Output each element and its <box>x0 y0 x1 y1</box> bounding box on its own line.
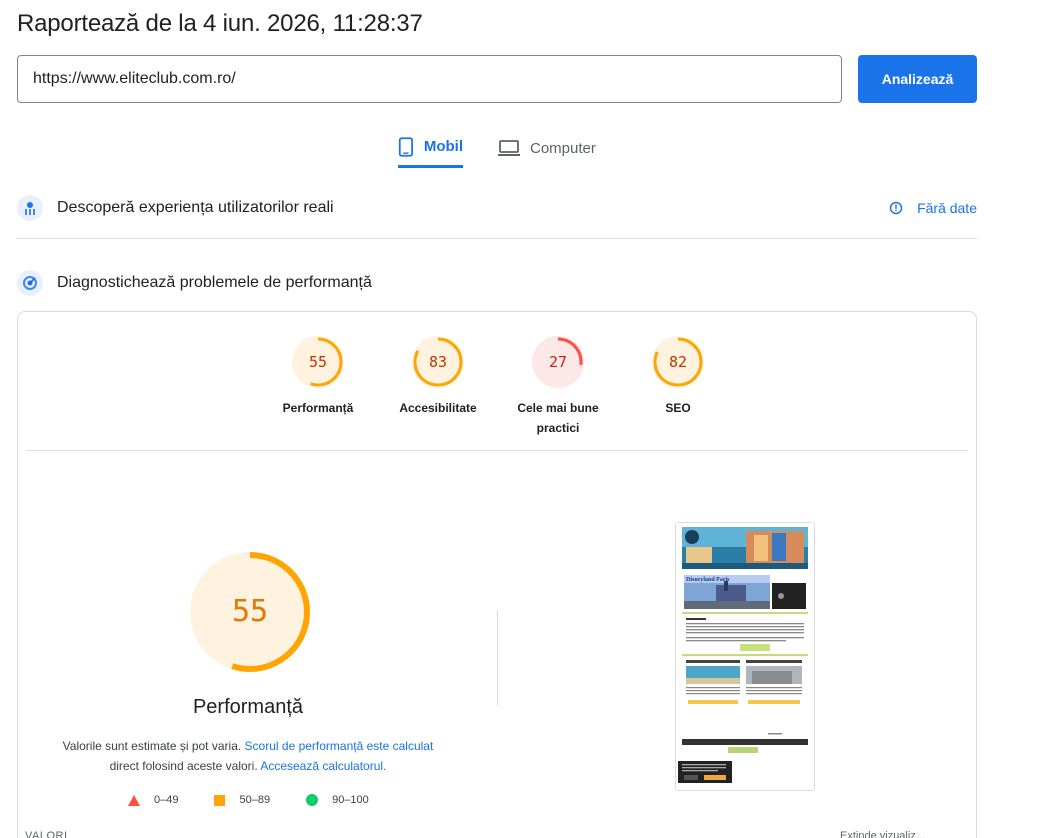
legend-average: 50–89 <box>214 794 270 806</box>
diagnose-section: Diagnostichează problemele de performanț… <box>17 270 977 296</box>
vertical-separator <box>497 610 498 706</box>
page-title: Raportează de la 4 iun. 2026, 11:28:37 <box>17 10 423 37</box>
diagnose-icon <box>17 270 43 296</box>
legend-average-range: 50–89 <box>239 794 271 806</box>
url-input[interactable] <box>17 55 842 103</box>
report-card: 55 Performanță 83 Accesibilitate 27 Cele… <box>17 311 977 838</box>
estimate-note: Valorile sunt estimate și pot varia. Sco… <box>48 736 448 776</box>
card-divider <box>26 450 968 451</box>
gauge-best-practices[interactable]: 27 Cele mai bune practici <box>508 336 608 438</box>
tab-computer-label: Computer <box>530 139 596 157</box>
calculator-link[interactable]: Accesează calculatorul. <box>260 759 386 773</box>
gauge-label: Performanță <box>282 401 354 415</box>
crux-section: Descoperă experiența utilizatorilor real… <box>17 195 977 221</box>
gauge-value: 27 <box>548 353 568 371</box>
tab-mobile-label: Mobil <box>423 138 463 155</box>
no-data-link[interactable]: Fără date <box>889 200 977 216</box>
info-icon <box>889 201 903 215</box>
square-icon <box>214 794 226 806</box>
legend-fail: 0–49 <box>128 794 178 806</box>
diagnose-title: Diagnostichează problemele de performanț… <box>57 274 372 291</box>
circle-icon <box>306 794 319 806</box>
gauge-label: Cele mai bune practici <box>517 401 599 435</box>
direct-text: direct folosind aceste valori. <box>109 759 258 773</box>
expand-view-link[interactable]: Extinde vizualiz... <box>840 830 925 838</box>
gauge-label: Accesibilitate <box>399 401 477 415</box>
values-heading: VALORI <box>25 830 68 838</box>
gauge-value: 55 <box>308 353 328 371</box>
performance-label: Performanță <box>192 696 304 718</box>
gauge-performance[interactable]: 55 Performanță <box>268 336 368 418</box>
thumbnail-banner-text: Disneyland Paris <box>686 577 730 583</box>
gauge-seo[interactable]: 82 SEO <box>628 336 728 418</box>
triangle-icon <box>128 794 140 806</box>
score-legend: 0–49 50–89 90–100 <box>128 794 405 806</box>
phone-icon <box>398 136 413 157</box>
gauge-accessibility[interactable]: 83 Accesibilitate <box>388 336 488 418</box>
performance-big-gauge: 55 <box>188 550 312 674</box>
users-icon <box>17 195 43 221</box>
score-calc-link[interactable]: Scorul de performanță este calculat <box>245 739 434 753</box>
section-divider <box>17 238 977 239</box>
gauge-value: 82 <box>668 353 688 371</box>
no-data-label: Fără date <box>917 200 977 216</box>
laptop-icon <box>498 140 520 156</box>
estimate-text: Valorile sunt estimate și pot varia. <box>62 739 242 753</box>
crux-title: Descoperă experiența utilizatorilor real… <box>57 199 334 216</box>
performance-score: 55 <box>231 594 269 629</box>
gauge-value: 83 <box>428 353 448 371</box>
tab-computer[interactable]: Computer <box>498 128 596 168</box>
analyze-button[interactable]: Analizează <box>858 55 977 103</box>
tab-mobile[interactable]: Mobil <box>398 128 463 168</box>
legend-pass-range: 90–100 <box>332 794 369 806</box>
device-tabs: Mobil Computer <box>398 128 596 170</box>
legend-pass: 90–100 <box>306 794 369 806</box>
page-screenshot-thumbnail[interactable]: Disneyland Paris <box>675 522 815 791</box>
legend-fail-range: 0–49 <box>154 794 179 806</box>
gauge-label: SEO <box>665 401 691 415</box>
